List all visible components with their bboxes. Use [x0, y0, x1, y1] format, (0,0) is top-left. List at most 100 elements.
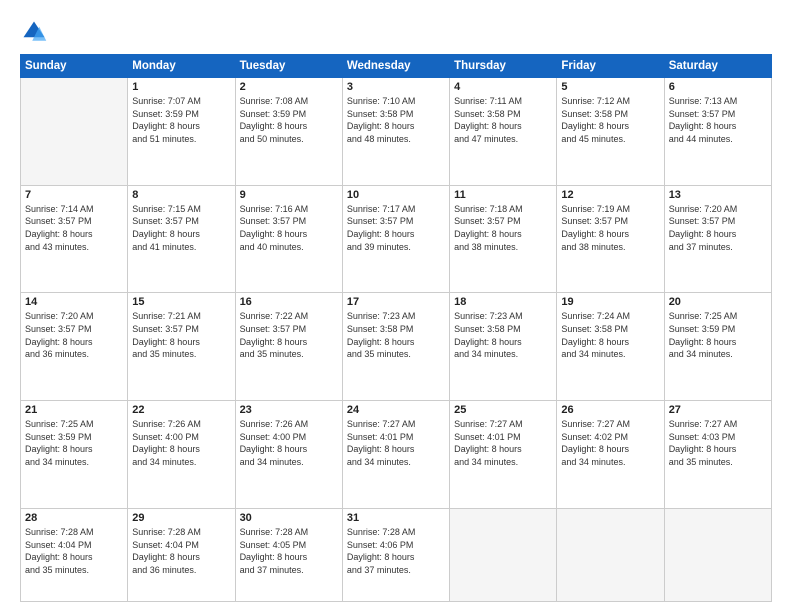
calendar-cell	[450, 508, 557, 601]
calendar-cell: 31 Sunrise: 7:28 AMSunset: 4:06 PMDayligh…	[342, 508, 449, 601]
week-row-1: 1 Sunrise: 7:07 AMSunset: 3:59 PMDaylight…	[21, 78, 772, 186]
day-number: 5	[561, 81, 659, 93]
day-number: 7	[25, 189, 123, 201]
calendar-cell: 16 Sunrise: 7:22 AMSunset: 3:57 PMDayligh…	[235, 293, 342, 401]
day-info: Sunrise: 7:24 AMSunset: 3:58 PMDaylight:…	[561, 310, 659, 360]
day-number: 26	[561, 404, 659, 416]
calendar-cell: 1 Sunrise: 7:07 AMSunset: 3:59 PMDaylight…	[128, 78, 235, 186]
day-info: Sunrise: 7:27 AMSunset: 4:03 PMDaylight:…	[669, 418, 767, 468]
week-row-2: 7 Sunrise: 7:14 AMSunset: 3:57 PMDaylight…	[21, 185, 772, 293]
calendar-cell: 30 Sunrise: 7:28 AMSunset: 4:05 PMDayligh…	[235, 508, 342, 601]
col-header-wednesday: Wednesday	[342, 55, 449, 78]
day-info: Sunrise: 7:27 AMSunset: 4:02 PMDaylight:…	[561, 418, 659, 468]
day-info: Sunrise: 7:28 AMSunset: 4:05 PMDaylight:…	[240, 526, 338, 576]
calendar-cell: 29Sunrise: 7:28 AMSunset: 4:04 PMDayligh…	[128, 508, 235, 601]
col-header-monday: Monday	[128, 55, 235, 78]
day-number: 21	[25, 404, 123, 416]
week-row-3: 14 Sunrise: 7:20 AMSunset: 3:57 PMDayligh…	[21, 293, 772, 401]
day-info: Sunrise: 7:28 AMSunset: 4:04 PMDaylight:…	[25, 526, 123, 576]
day-number: 17	[347, 296, 445, 308]
calendar-cell: 6 Sunrise: 7:13 AMSunset: 3:57 PMDaylight…	[664, 78, 771, 186]
day-info: Sunrise: 7:20 AMSunset: 3:57 PMDaylight:…	[25, 310, 123, 360]
day-info: Sunrise: 7:22 AMSunset: 3:57 PMDaylight:…	[240, 310, 338, 360]
day-number: 25	[454, 404, 552, 416]
day-number: 4	[454, 81, 552, 93]
day-number: 11	[454, 189, 552, 201]
day-info: Sunrise: 7:28 AMSunset: 4:06 PMDaylight:…	[347, 526, 445, 576]
day-info: Sunrise: 7:15 AMSunset: 3:57 PMDaylight:…	[132, 203, 230, 253]
col-header-friday: Friday	[557, 55, 664, 78]
calendar-cell: 23 Sunrise: 7:26 AMSunset: 4:00 PMDayligh…	[235, 401, 342, 509]
day-info: Sunrise: 7:11 AMSunset: 3:58 PMDaylight:…	[454, 95, 552, 145]
day-info: Sunrise: 7:08 AMSunset: 3:59 PMDaylight:…	[240, 95, 338, 145]
calendar-cell: 5 Sunrise: 7:12 AMSunset: 3:58 PMDaylight…	[557, 78, 664, 186]
day-number: 12	[561, 189, 659, 201]
week-row-4: 21Sunrise: 7:25 AMSunset: 3:59 PMDayligh…	[21, 401, 772, 509]
day-info: Sunrise: 7:18 AMSunset: 3:57 PMDaylight:…	[454, 203, 552, 253]
calendar-cell: 22 Sunrise: 7:26 AMSunset: 4:00 PMDayligh…	[128, 401, 235, 509]
day-number: 14	[25, 296, 123, 308]
day-number: 23	[240, 404, 338, 416]
calendar-cell: 10 Sunrise: 7:17 AMSunset: 3:57 PMDayligh…	[342, 185, 449, 293]
day-info: Sunrise: 7:17 AMSunset: 3:57 PMDaylight:…	[347, 203, 445, 253]
day-number: 6	[669, 81, 767, 93]
day-number: 1	[132, 81, 230, 93]
calendar-cell	[664, 508, 771, 601]
calendar-cell: 12 Sunrise: 7:19 AMSunset: 3:57 PMDayligh…	[557, 185, 664, 293]
day-info: Sunrise: 7:19 AMSunset: 3:57 PMDaylight:…	[561, 203, 659, 253]
calendar-cell: 11 Sunrise: 7:18 AMSunset: 3:57 PMDayligh…	[450, 185, 557, 293]
logo-icon	[20, 18, 48, 46]
day-info: Sunrise: 7:27 AMSunset: 4:01 PMDaylight:…	[454, 418, 552, 468]
day-info: Sunrise: 7:07 AMSunset: 3:59 PMDaylight:…	[132, 95, 230, 145]
calendar-cell: 19 Sunrise: 7:24 AMSunset: 3:58 PMDayligh…	[557, 293, 664, 401]
calendar-cell: 4 Sunrise: 7:11 AMSunset: 3:58 PMDaylight…	[450, 78, 557, 186]
day-info: Sunrise: 7:26 AMSunset: 4:00 PMDaylight:…	[240, 418, 338, 468]
day-info: Sunrise: 7:23 AMSunset: 3:58 PMDaylight:…	[347, 310, 445, 360]
calendar-cell: 9 Sunrise: 7:16 AMSunset: 3:57 PMDaylight…	[235, 185, 342, 293]
day-number: 27	[669, 404, 767, 416]
calendar: SundayMondayTuesdayWednesdayThursdayFrid…	[20, 54, 772, 602]
day-info: Sunrise: 7:10 AMSunset: 3:58 PMDaylight:…	[347, 95, 445, 145]
day-info: Sunrise: 7:20 AMSunset: 3:57 PMDaylight:…	[669, 203, 767, 253]
day-number: 30	[240, 512, 338, 524]
day-number: 2	[240, 81, 338, 93]
day-number: 10	[347, 189, 445, 201]
day-info: Sunrise: 7:14 AMSunset: 3:57 PMDaylight:…	[25, 203, 123, 253]
day-number: 28	[25, 512, 123, 524]
calendar-cell: 14 Sunrise: 7:20 AMSunset: 3:57 PMDayligh…	[21, 293, 128, 401]
day-info: Sunrise: 7:27 AMSunset: 4:01 PMDaylight:…	[347, 418, 445, 468]
calendar-cell: 20 Sunrise: 7:25 AMSunset: 3:59 PMDayligh…	[664, 293, 771, 401]
day-number: 8	[132, 189, 230, 201]
day-info: Sunrise: 7:13 AMSunset: 3:57 PMDaylight:…	[669, 95, 767, 145]
calendar-cell: 15 Sunrise: 7:21 AMSunset: 3:57 PMDayligh…	[128, 293, 235, 401]
calendar-cell: 21Sunrise: 7:25 AMSunset: 3:59 PMDayligh…	[21, 401, 128, 509]
day-number: 22	[132, 404, 230, 416]
day-info: Sunrise: 7:12 AMSunset: 3:58 PMDaylight:…	[561, 95, 659, 145]
day-info: Sunrise: 7:21 AMSunset: 3:57 PMDaylight:…	[132, 310, 230, 360]
day-number: 16	[240, 296, 338, 308]
day-number: 9	[240, 189, 338, 201]
col-header-thursday: Thursday	[450, 55, 557, 78]
day-number: 15	[132, 296, 230, 308]
calendar-cell: 26 Sunrise: 7:27 AMSunset: 4:02 PMDayligh…	[557, 401, 664, 509]
logo	[20, 18, 52, 46]
day-info: Sunrise: 7:25 AMSunset: 3:59 PMDaylight:…	[669, 310, 767, 360]
day-info: Sunrise: 7:16 AMSunset: 3:57 PMDaylight:…	[240, 203, 338, 253]
day-number: 19	[561, 296, 659, 308]
day-number: 20	[669, 296, 767, 308]
day-number: 31	[347, 512, 445, 524]
col-header-sunday: Sunday	[21, 55, 128, 78]
day-number: 13	[669, 189, 767, 201]
calendar-cell: 27 Sunrise: 7:27 AMSunset: 4:03 PMDayligh…	[664, 401, 771, 509]
calendar-cell: 13 Sunrise: 7:20 AMSunset: 3:57 PMDayligh…	[664, 185, 771, 293]
day-number: 3	[347, 81, 445, 93]
calendar-cell: 3 Sunrise: 7:10 AMSunset: 3:58 PMDaylight…	[342, 78, 449, 186]
day-number: 29	[132, 512, 230, 524]
day-info: Sunrise: 7:26 AMSunset: 4:00 PMDaylight:…	[132, 418, 230, 468]
day-info: Sunrise: 7:23 AMSunset: 3:58 PMDaylight:…	[454, 310, 552, 360]
calendar-cell	[557, 508, 664, 601]
day-number: 24	[347, 404, 445, 416]
col-header-saturday: Saturday	[664, 55, 771, 78]
calendar-cell: 28 Sunrise: 7:28 AMSunset: 4:04 PMDayligh…	[21, 508, 128, 601]
calendar-cell: 17 Sunrise: 7:23 AMSunset: 3:58 PMDayligh…	[342, 293, 449, 401]
